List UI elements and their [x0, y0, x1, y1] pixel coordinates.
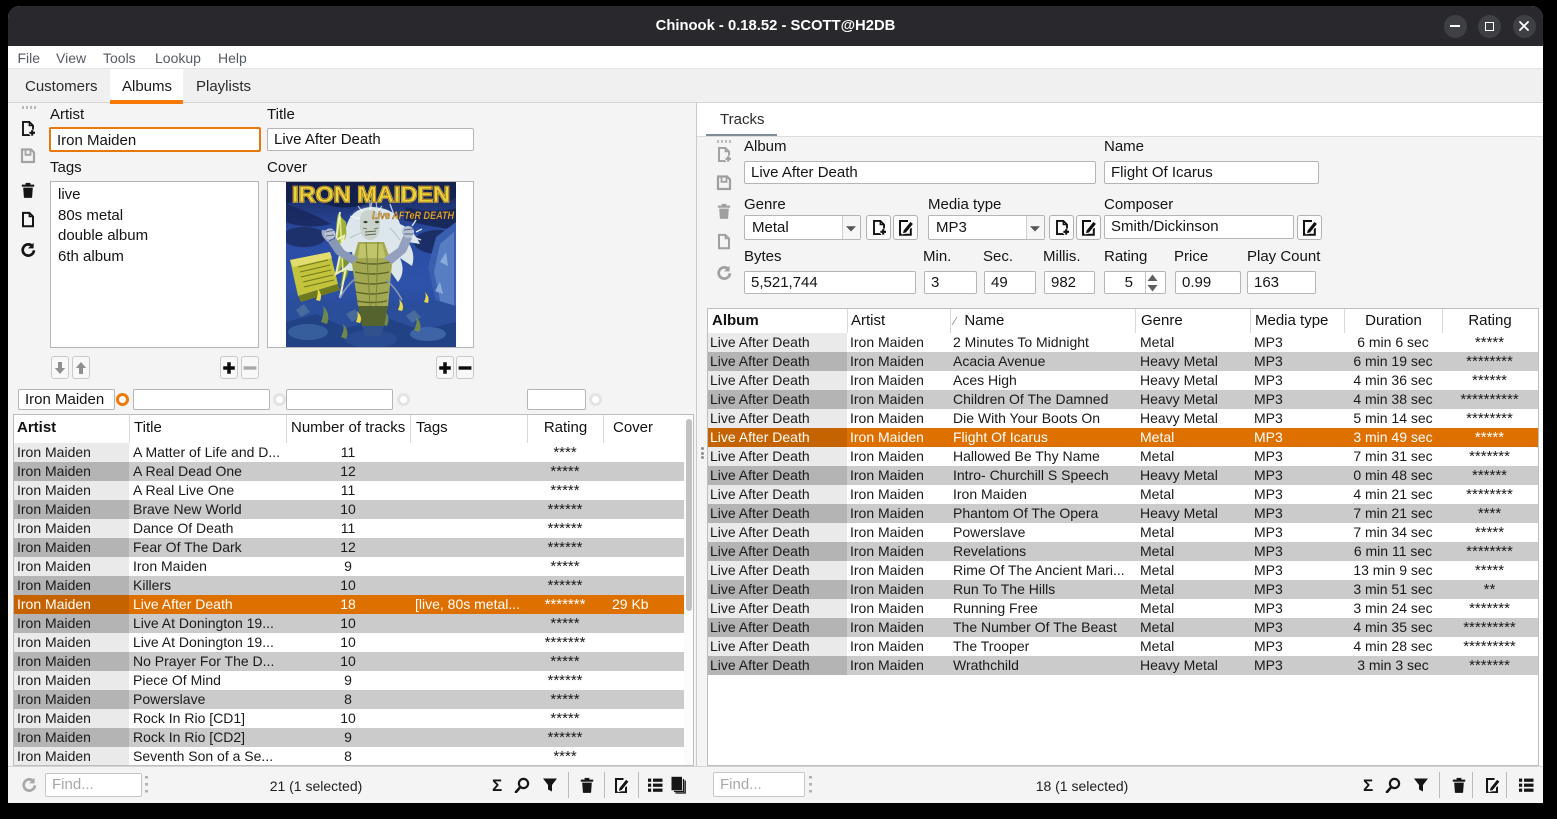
svg-text:IRON MAIDEN: IRON MAIDEN	[292, 182, 450, 207]
svg-text:Live AFTeR DEATH: Live AFTeR DEATH	[372, 210, 455, 222]
